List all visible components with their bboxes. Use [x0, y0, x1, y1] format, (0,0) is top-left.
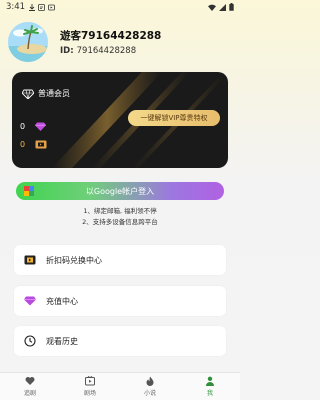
heart-icon — [25, 377, 35, 385]
user-id: ID: 79164428288 — [60, 46, 136, 56]
diamond-balance: 0 — [20, 122, 47, 131]
signal-icon — [219, 3, 226, 11]
user-id-value: 79164428288 — [76, 46, 137, 56]
google-login-label: 以Google帐户登入 — [85, 186, 155, 196]
tab-theater[interactable]: 剧场 — [60, 373, 120, 400]
user-id-label: ID: — [60, 46, 74, 56]
menu-item-label: 观看历史 — [46, 336, 78, 346]
avatar[interactable] — [8, 22, 48, 62]
status-bar: 3:41 — [0, 0, 240, 14]
login-benefits: 1、绑定邮箱, 福利领不停 2、支持多设备信息跨平台 — [0, 206, 240, 228]
tab-me[interactable]: 我 — [180, 373, 240, 400]
menu-item-discount-code[interactable]: 折扣码兑换中心 — [14, 245, 226, 275]
ticket-balance: 0 — [20, 140, 47, 149]
status-time: 3:41 — [6, 2, 26, 12]
menu-item-recharge[interactable]: 充值中心 — [14, 286, 226, 316]
media-icon — [48, 4, 55, 10]
diamond-icon — [24, 295, 36, 307]
fire-icon — [146, 376, 154, 386]
vip-level: 普通会员 — [22, 88, 70, 99]
benefit-item: 2、支持多设备信息跨平台 — [82, 218, 158, 226]
menu-item-label: 充值中心 — [46, 296, 78, 306]
unlock-vip-button[interactable]: 一键解锁VIP尊贵特权 — [128, 110, 220, 126]
person-icon — [206, 376, 214, 386]
diamond-count: 0 — [20, 122, 26, 131]
tab-label: 小说 — [143, 390, 156, 397]
wifi-icon — [208, 4, 216, 11]
ticket-count: 0 — [20, 140, 26, 149]
tab-label: 我 — [206, 390, 213, 397]
diamond-outline-icon — [22, 89, 34, 99]
tab-novel[interactable]: 小说 — [120, 373, 180, 400]
vip-level-label: 普通会员 — [38, 89, 70, 98]
tab-label: 追剧 — [23, 390, 36, 397]
battery-icon — [229, 3, 234, 11]
theater-icon — [85, 376, 95, 386]
diamond-icon — [35, 122, 47, 131]
google-icon — [24, 186, 34, 196]
menu-item-history[interactable]: 观看历史 — [14, 326, 226, 356]
vip-card: 普通会员 一键解锁VIP尊贵特权 0 0 — [12, 72, 228, 168]
username: 遊客79164428288 — [60, 30, 162, 42]
google-login-button[interactable]: 以Google帐户登入 — [16, 182, 224, 200]
download-icon — [29, 3, 36, 11]
ticket-icon — [35, 140, 47, 149]
tab-label: 剧场 — [83, 390, 96, 397]
menu-item-label: 折扣码兑换中心 — [46, 255, 102, 265]
benefit-item: 1、绑定邮箱, 福利领不停 — [83, 207, 157, 215]
bottom-tab-bar: 追剧 剧场 小说 我 — [0, 372, 240, 400]
notification-icon — [38, 3, 45, 11]
profile-header: 遊客79164428288 ID: 79164428288 — [8, 22, 232, 62]
ticket-icon — [24, 254, 36, 266]
tab-follow[interactable]: 追剧 — [0, 373, 60, 400]
avatar-island-image — [8, 22, 48, 62]
clock-icon — [24, 335, 36, 347]
